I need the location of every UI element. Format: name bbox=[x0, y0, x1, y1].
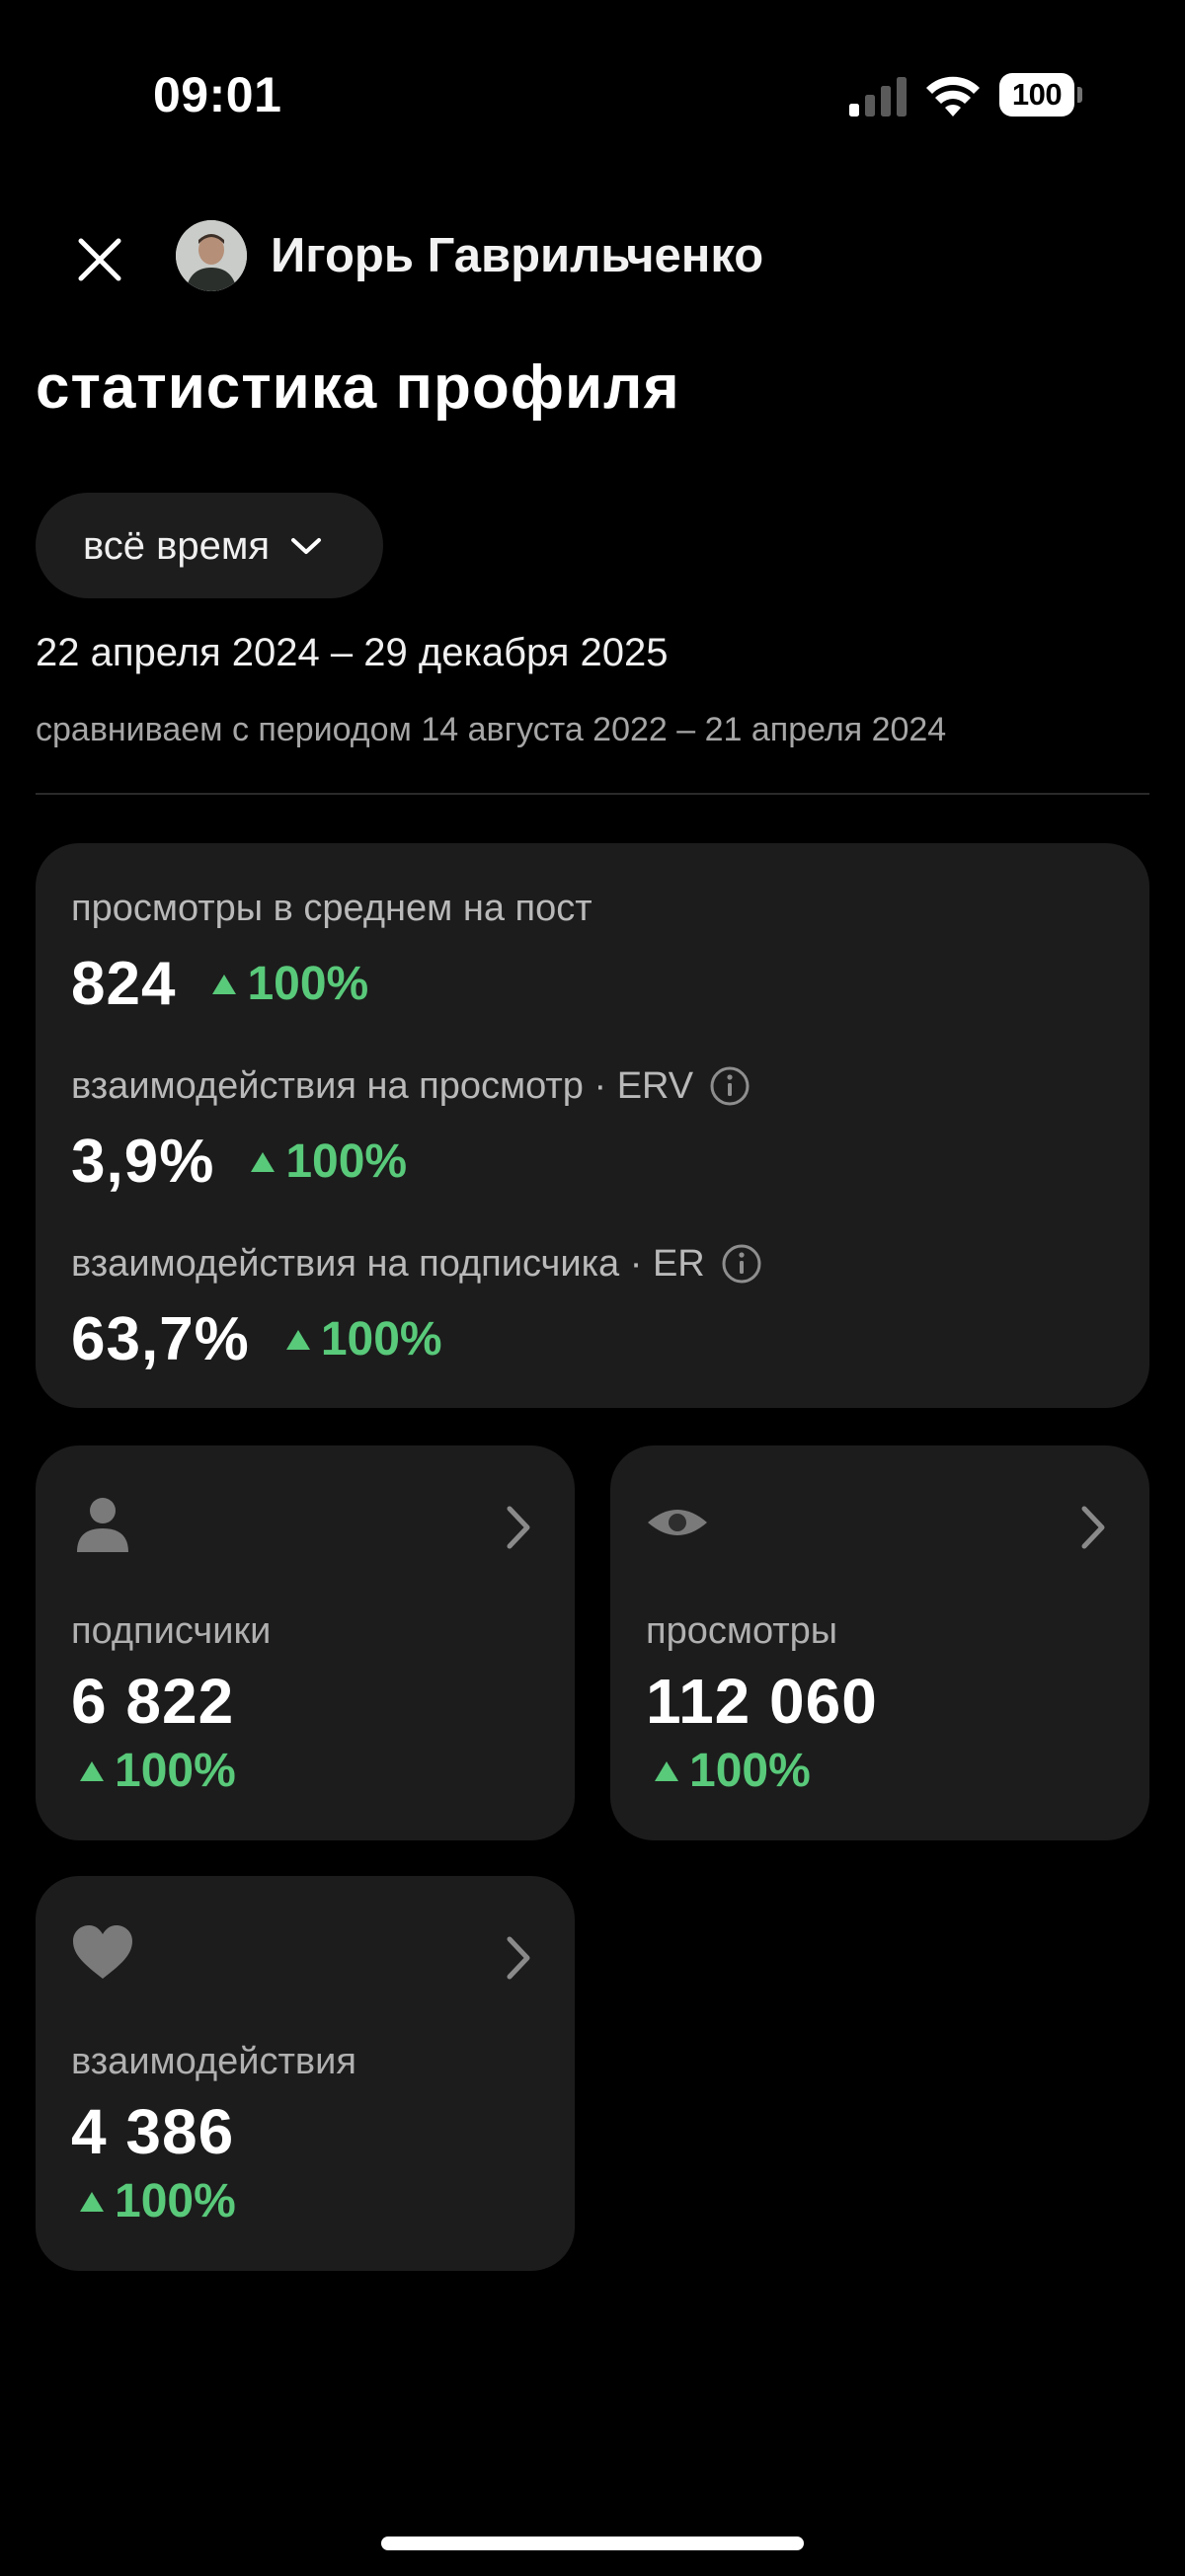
arrow-up-icon bbox=[251, 1152, 276, 1172]
arrow-up-icon bbox=[80, 2192, 104, 2212]
stat-label: взаимодействия bbox=[71, 2041, 356, 2082]
metric-row: 3,9% 100% bbox=[71, 1128, 407, 1197]
cellular-signal-icon bbox=[849, 77, 907, 117]
page-title: статистика профиля bbox=[36, 353, 680, 422]
heart-icon bbox=[73, 1925, 132, 1979]
battery-tip bbox=[1077, 87, 1082, 103]
date-range: 22 апреля 2024 – 29 декабря 2025 bbox=[36, 631, 669, 674]
chevron-down-icon bbox=[291, 537, 322, 554]
interactions-card[interactable]: взаимодействия 4 386 100% bbox=[36, 1876, 575, 2271]
eye-icon bbox=[648, 1510, 707, 1535]
home-indicator[interactable] bbox=[381, 2537, 804, 2550]
metric-label-text: просмотры в среднем на пост bbox=[71, 888, 592, 929]
metric-row: 824 100% bbox=[71, 950, 368, 1019]
stat-value: 6 822 bbox=[71, 1666, 235, 1737]
avatar[interactable] bbox=[176, 220, 247, 291]
views-card[interactable]: просмотры 112 060 100% bbox=[610, 1445, 1149, 1840]
battery-level: 100 bbox=[999, 73, 1074, 117]
info-icon[interactable] bbox=[709, 1065, 750, 1107]
metric-delta-value: 100% bbox=[247, 958, 369, 1010]
profile-name[interactable]: Игорь Гаврильченко bbox=[271, 225, 763, 286]
chevron-right-icon bbox=[507, 1506, 530, 1549]
metric-value: 63,7% bbox=[71, 1305, 250, 1373]
close-icon bbox=[78, 238, 121, 281]
stat-delta: 100% bbox=[654, 1742, 811, 1801]
arrow-up-icon bbox=[80, 1761, 104, 1781]
stat-delta: 100% bbox=[79, 1742, 236, 1801]
avatar-photo bbox=[176, 220, 247, 291]
info-icon[interactable] bbox=[721, 1243, 762, 1285]
wifi-icon bbox=[926, 76, 980, 117]
stat-delta-value: 100% bbox=[115, 2175, 236, 2227]
period-dropdown-label: всё время bbox=[83, 523, 271, 568]
chevron-right-icon bbox=[507, 1936, 530, 1980]
stat-delta: 100% bbox=[79, 2172, 236, 2231]
chevron-right-icon bbox=[1081, 1506, 1105, 1549]
period-dropdown[interactable]: всё время bbox=[36, 493, 383, 598]
metric-delta-value: 100% bbox=[320, 1313, 442, 1366]
battery-indicator: 100 bbox=[999, 73, 1082, 117]
arrow-up-icon bbox=[285, 1330, 310, 1350]
arrow-up-icon bbox=[655, 1761, 678, 1781]
subscribers-card[interactable]: подписчики 6 822 100% bbox=[36, 1445, 575, 1840]
stat-label: просмотры bbox=[646, 1610, 838, 1652]
metric-label: взаимодействия на подписчика · ER bbox=[71, 1240, 762, 1288]
metric-delta: 100% bbox=[211, 955, 368, 1014]
status-time: 09:01 bbox=[153, 67, 282, 122]
close-button[interactable] bbox=[69, 229, 130, 290]
stat-label: подписчики bbox=[71, 1610, 272, 1652]
metric-value: 3,9% bbox=[71, 1128, 215, 1196]
person-icon bbox=[77, 1498, 128, 1552]
metric-label: просмотры в среднем на пост bbox=[71, 885, 592, 932]
metric-delta-value: 100% bbox=[285, 1135, 408, 1188]
stat-delta-value: 100% bbox=[689, 1745, 811, 1797]
engagement-metrics-card: просмотры в среднем на пост 824 100% вза… bbox=[36, 843, 1149, 1408]
stat-value: 112 060 bbox=[646, 1666, 878, 1737]
metric-label-text: взаимодействия на подписчика · ER bbox=[71, 1243, 705, 1285]
metric-value: 824 bbox=[71, 950, 177, 1018]
divider bbox=[36, 793, 1149, 795]
compare-period-text: сравниваем с периодом 14 августа 2022 – … bbox=[36, 711, 947, 748]
metric-label: взаимодействия на просмотр · ERV bbox=[71, 1062, 750, 1110]
stat-delta-value: 100% bbox=[115, 1745, 236, 1797]
metric-delta: 100% bbox=[250, 1132, 407, 1192]
arrow-up-icon bbox=[212, 975, 237, 994]
stat-value: 4 386 bbox=[71, 2096, 235, 2167]
metric-row: 63,7% 100% bbox=[71, 1305, 442, 1374]
metric-delta: 100% bbox=[285, 1310, 442, 1369]
metric-label-text: взаимодействия на просмотр · ERV bbox=[71, 1065, 694, 1107]
